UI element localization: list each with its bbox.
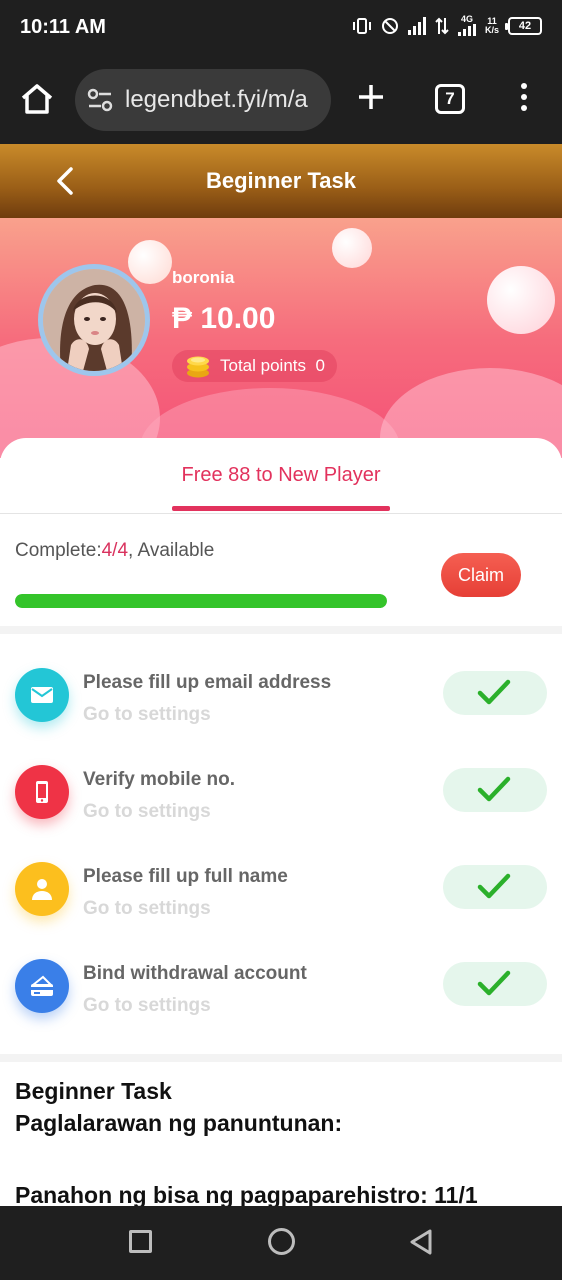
username: boronia (172, 268, 235, 287)
go-to-settings-link[interactable]: Go to settings (83, 704, 211, 726)
rules-section: Beginner Task Paglalarawan ng panuntunan… (0, 1062, 562, 1206)
total-points-badge: Total points 0 (172, 350, 337, 382)
network-speed: 11 K/s (484, 16, 499, 35)
data-transfer-icon (435, 17, 449, 34)
profile-banner: boronia ₱ 10.00 Total points 0 (0, 218, 562, 458)
tab-switcher-button[interactable]: 7 (435, 84, 465, 114)
task-withdrawal-account[interactable]: Bind withdrawal account Go to settings (0, 925, 562, 1021)
status-time: 10:11 AM (20, 16, 106, 38)
progress-count: 4/4 (101, 540, 129, 561)
network-speed-unit: K/s (484, 24, 499, 35)
task-icon-bg (15, 959, 69, 1013)
address-bar[interactable]: legendbet.fyi/m/a (75, 69, 331, 131)
task-title: Please fill up email address (83, 672, 332, 693)
points-label: Total points (220, 356, 306, 375)
claim-button[interactable]: Claim (441, 553, 521, 597)
task-list: Please fill up email address Go to setti… (0, 634, 562, 1054)
coins-icon (187, 356, 209, 378)
go-to-settings-link[interactable]: Go to settings (83, 801, 211, 823)
do-not-disturb-icon (381, 17, 398, 34)
page-title: Beginner Task (206, 168, 356, 193)
task-email[interactable]: Please fill up email address Go to setti… (0, 634, 562, 730)
avatar[interactable] (38, 264, 150, 376)
home-nav-icon[interactable] (268, 1228, 295, 1255)
tab-free-88[interactable]: Free 88 to New Player (172, 464, 390, 487)
person-icon (32, 879, 52, 900)
network-type-label: 4G (460, 14, 473, 24)
phone-icon (36, 781, 48, 803)
avatar-image (43, 269, 145, 371)
decor-bubble (487, 266, 555, 334)
check-icon (477, 679, 511, 705)
page-header: Beginner Task (0, 144, 562, 218)
new-tab-icon[interactable] (356, 82, 386, 112)
back-nav-icon[interactable] (408, 1228, 434, 1256)
task-icon-bg (15, 862, 69, 916)
tab-active-indicator (172, 506, 390, 511)
check-icon (477, 776, 511, 802)
network-4g: 4G (457, 14, 476, 36)
decor-bubble (332, 228, 372, 268)
task-completed-badge (443, 962, 547, 1006)
card-icon (31, 975, 53, 996)
status-bar: 10:11 AM 4G 11 K/s 42 (0, 0, 562, 56)
decor-bubble (128, 240, 172, 284)
status-icons: 4G 11 K/s 42 (352, 15, 542, 36)
task-title: Please fill up full name (83, 866, 288, 887)
task-title: Verify mobile no. (83, 769, 236, 790)
rules-registration-period: Panahon ng bisa ng pagpaparehistro: 11/1 (15, 1182, 478, 1206)
task-icon-bg (15, 765, 69, 819)
task-progress: Complete:4/4, Available Claim (0, 514, 562, 626)
go-to-settings-link[interactable]: Go to settings (83, 898, 211, 920)
progress-bar-fill (15, 594, 387, 608)
rules-heading: Beginner Task (15, 1078, 172, 1104)
progress-prefix: Complete: (15, 540, 102, 561)
task-completed-badge (443, 865, 547, 909)
task-completed-badge (443, 768, 547, 812)
system-nav-bar (0, 1206, 562, 1280)
url-text[interactable]: legendbet.fyi/m/a (125, 86, 308, 114)
rules-subheading: Paglalarawan ng panuntunan: (15, 1110, 343, 1136)
home-icon[interactable] (18, 80, 56, 118)
recent-apps-icon[interactable] (129, 1230, 152, 1253)
task-title: Bind withdrawal account (83, 963, 307, 984)
progress-bar (15, 594, 387, 608)
site-settings-icon[interactable] (87, 88, 113, 112)
browser-toolbar: legendbet.fyi/m/a 7 (0, 56, 562, 144)
balance-amount: ₱ 10.00 (172, 302, 276, 335)
divider (0, 1054, 562, 1062)
progress-suffix: , Available (128, 540, 215, 561)
task-icon-bg (15, 668, 69, 722)
task-completed-badge (443, 671, 547, 715)
task-mobile[interactable]: Verify mobile no. Go to settings (0, 731, 562, 827)
check-icon (477, 970, 511, 996)
task-full-name[interactable]: Please fill up full name Go to settings (0, 828, 562, 924)
signal-4g-icon (457, 24, 476, 36)
progress-status: Complete:4/4, Available (15, 540, 214, 562)
email-icon (31, 687, 53, 703)
check-icon (477, 873, 511, 899)
signal-icon (407, 16, 426, 35)
vibrate-icon (352, 17, 371, 34)
task-tabs: Free 88 to New Player (0, 438, 562, 514)
overflow-menu-icon[interactable] (518, 83, 530, 115)
battery-icon: 42 (505, 16, 542, 35)
go-to-settings-link[interactable]: Go to settings (83, 995, 211, 1017)
divider (0, 626, 562, 634)
points-value: 0 (315, 356, 325, 375)
